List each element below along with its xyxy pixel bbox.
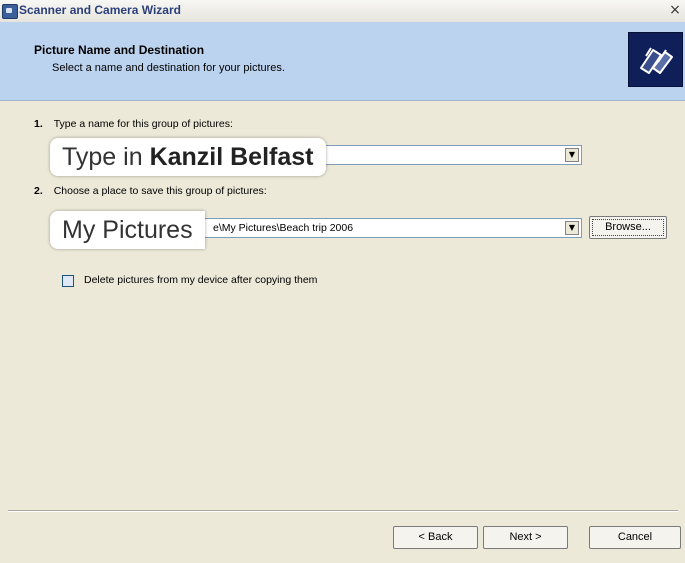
callout-place: My Pictures [62, 216, 193, 244]
name-instruction-callout: Type in Kanzil Belfast [50, 138, 326, 176]
close-icon[interactable]: × [667, 1, 683, 19]
step1-text: 1. Type a name for this group of picture… [34, 118, 233, 130]
page-subtitle: Select a name and destination for your p… [52, 62, 285, 74]
callout-name-value: Kanzil Belfast [149, 143, 314, 171]
delete-after-copy-label: Delete pictures from my device after cop… [84, 274, 318, 286]
camera-scanner-wizard-icon [628, 32, 683, 87]
scanner-camera-app-icon [2, 4, 18, 19]
callout-prefix: Type in [62, 143, 150, 171]
title-bar: Scanner and Camera Wizard × [0, 0, 685, 23]
step2-label: Choose a place to save this group of pic… [53, 185, 267, 197]
chevron-down-icon[interactable]: ▼ [565, 148, 579, 162]
delete-after-copy-checkbox[interactable] [62, 275, 74, 287]
footer-divider [8, 510, 678, 512]
window-title: Scanner and Camera Wizard [19, 3, 181, 17]
chevron-down-icon[interactable]: ▼ [565, 221, 579, 235]
step2-number: 2. [34, 185, 43, 197]
place-instruction-callout: My Pictures [50, 211, 205, 249]
next-button[interactable]: Next > [483, 526, 568, 549]
page-title: Picture Name and Destination [34, 43, 205, 57]
step2-text: 2. Choose a place to save this group of … [34, 185, 267, 197]
wizard-graphic-icon [639, 46, 673, 74]
browse-label: Browse... [592, 219, 664, 236]
step1-number: 1. [34, 118, 43, 130]
back-button[interactable]: < Back [393, 526, 478, 549]
step1-label: Type a name for this group of pictures: [53, 118, 233, 130]
wizard-header: Picture Name and Destination Select a na… [0, 22, 685, 101]
cancel-button[interactable]: Cancel [589, 526, 681, 549]
browse-button[interactable]: Browse... [589, 216, 667, 239]
save-location-value: e\My Pictures\Beach trip 2006 [213, 222, 354, 234]
